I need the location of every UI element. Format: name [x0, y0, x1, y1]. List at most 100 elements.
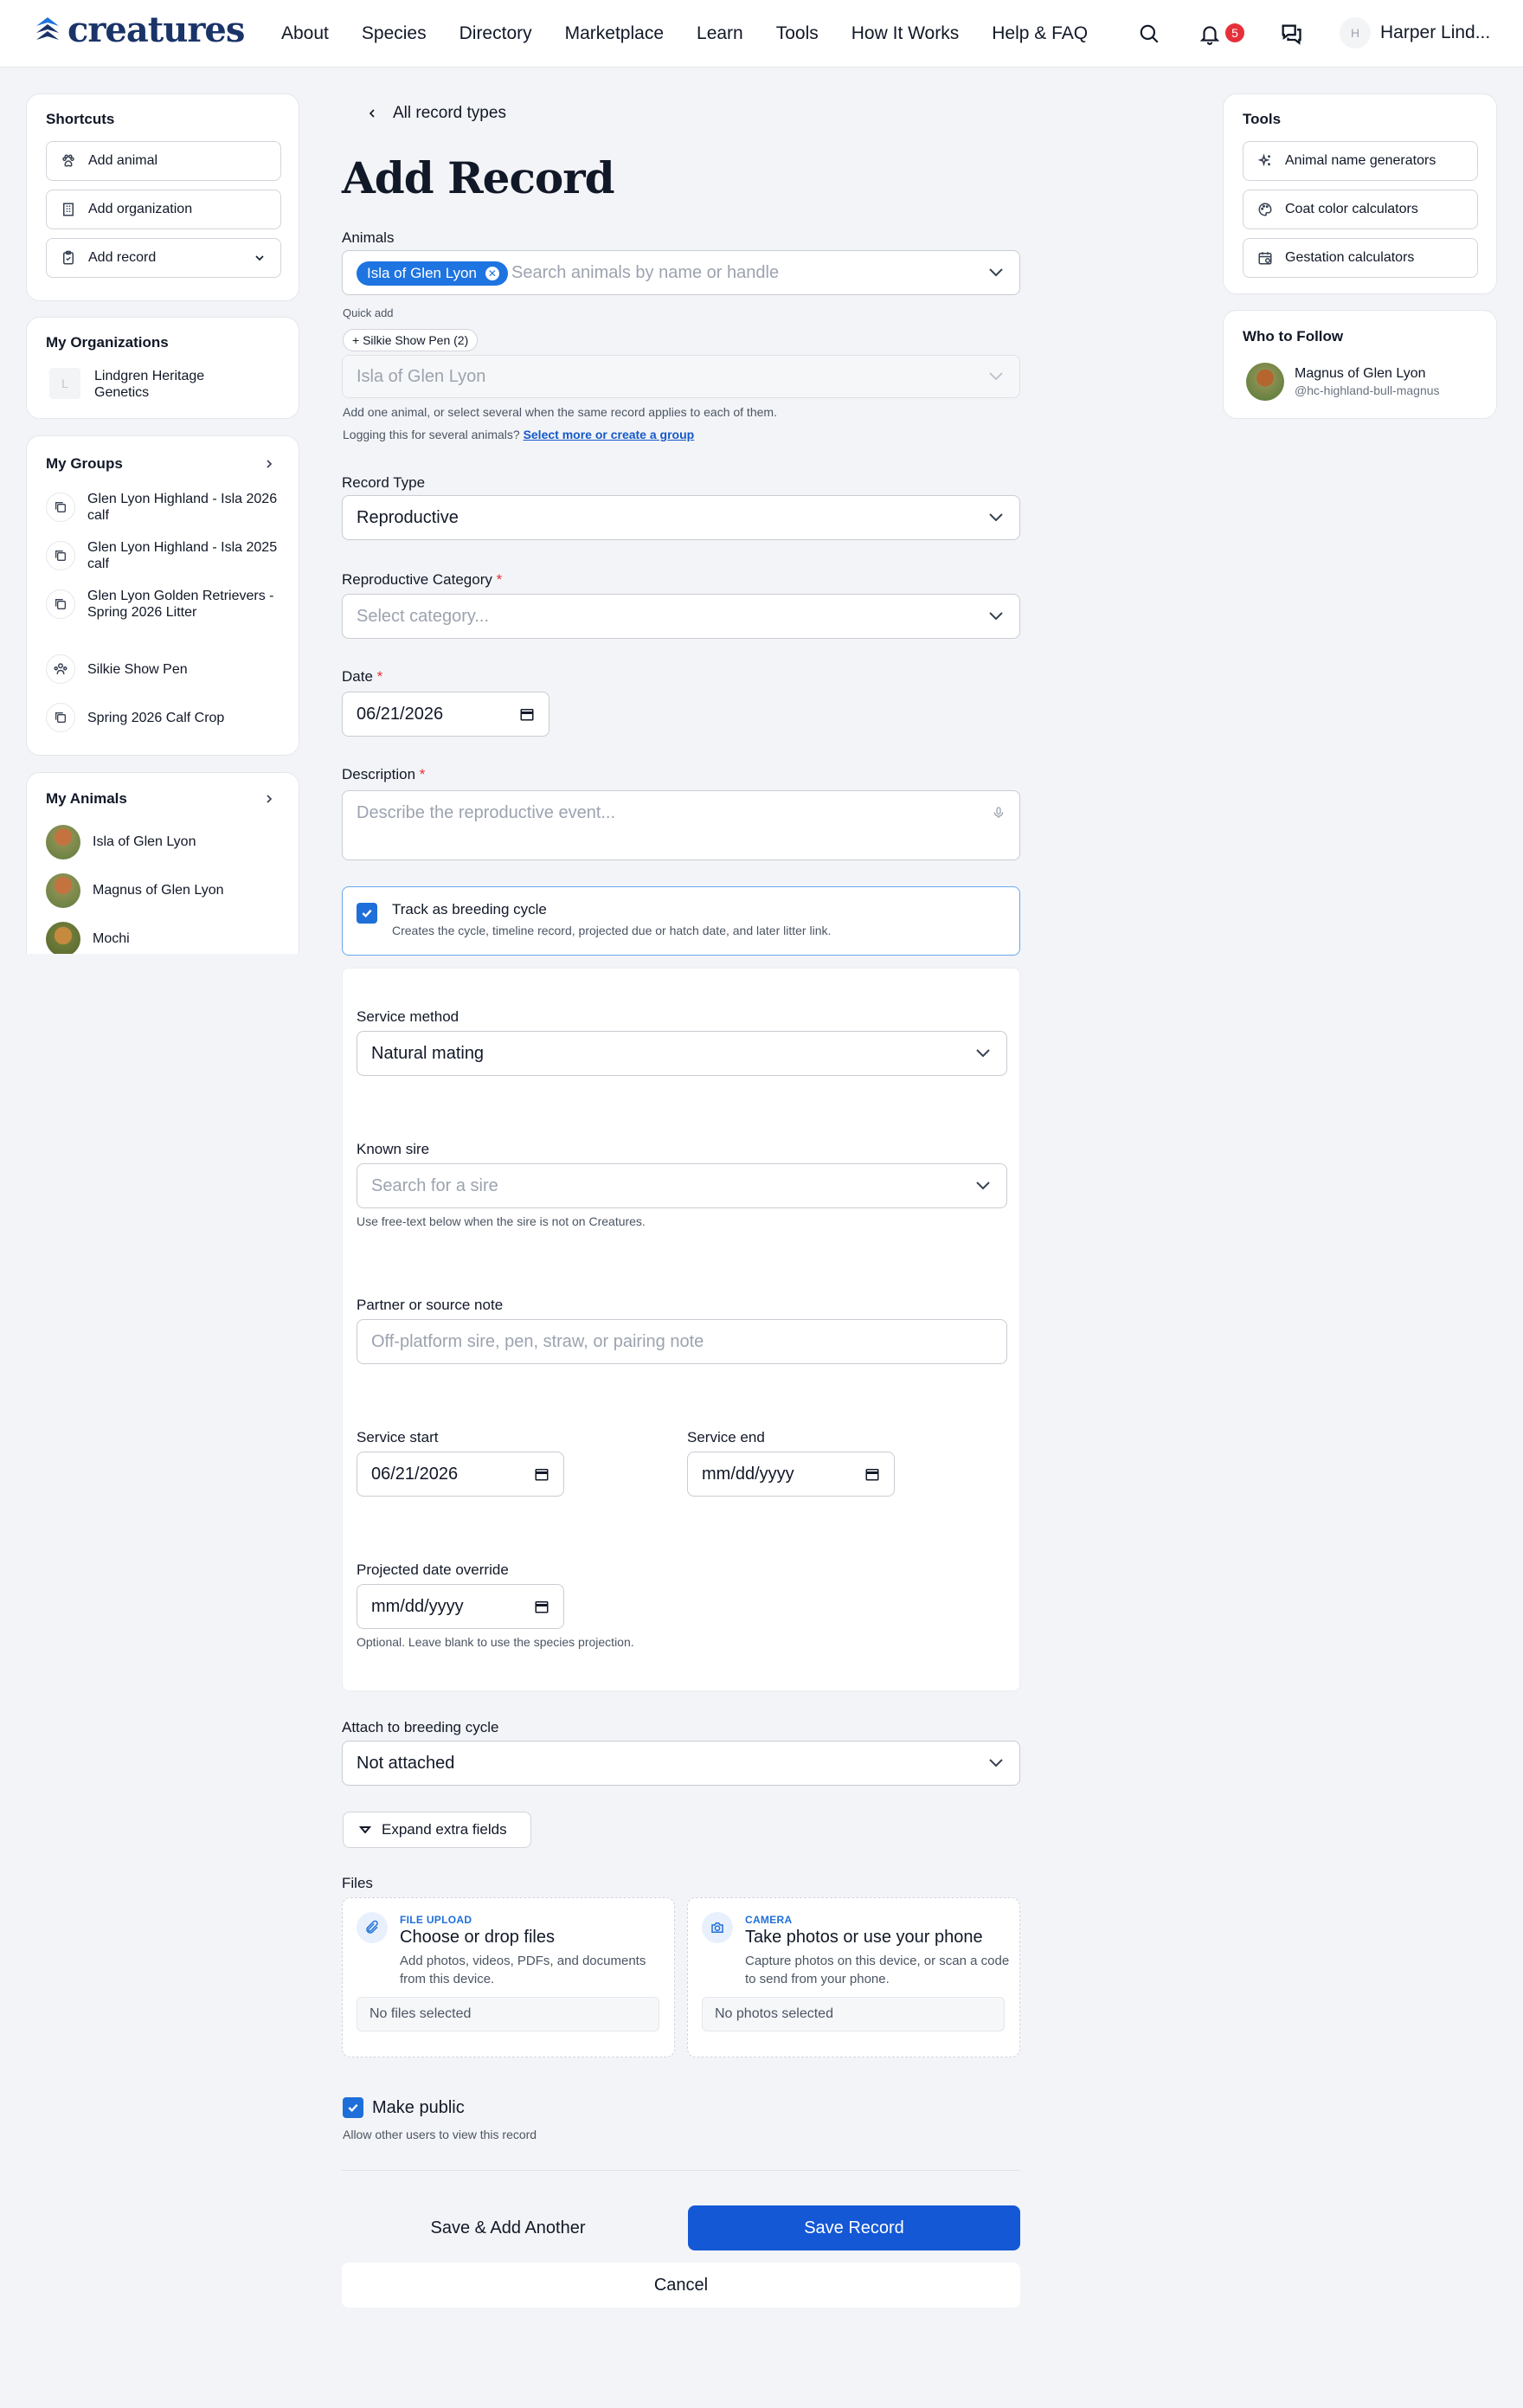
- nav-tools[interactable]: Tools: [776, 23, 819, 44]
- nav-about[interactable]: About: [281, 23, 329, 44]
- who-to-follow-card: Who to Follow Magnus of Glen Lyon @hc-hi…: [1223, 310, 1497, 419]
- group-label: Glen Lyon Highland - Isla 2026 calf: [87, 492, 278, 523]
- service-start-input[interactable]: 06/21/2026: [357, 1452, 564, 1497]
- search-icon[interactable]: [1134, 19, 1164, 48]
- messages-icon[interactable]: [1276, 19, 1306, 48]
- main-nav: About Species Directory Marketplace Lear…: [281, 0, 1121, 68]
- make-public-toggle[interactable]: Make public: [343, 2097, 465, 2118]
- organization-link[interactable]: Lindgren Heritage Genetics: [94, 368, 241, 401]
- select-group-link[interactable]: Select more or create a group: [524, 428, 695, 441]
- expand-extra-fields-button[interactable]: Expand extra fields: [343, 1812, 531, 1848]
- add-organization-button[interactable]: Add organization: [46, 190, 281, 229]
- upload-title: Choose or drop files: [400, 1928, 555, 1947]
- group-item[interactable]: Glen Lyon Highland - Isla 2026 calf: [46, 491, 288, 524]
- calendar-icon[interactable]: [534, 1599, 549, 1614]
- user-menu[interactable]: Harper Lind...: [1380, 23, 1490, 43]
- animal-item[interactable]: Mochi: [46, 922, 130, 954]
- service-method-select[interactable]: Natural mating: [357, 1031, 1007, 1076]
- add-record-button[interactable]: Add record: [46, 238, 281, 278]
- group-item[interactable]: Silkie Show Pen: [46, 654, 288, 684]
- microphone-icon[interactable]: [992, 805, 1006, 821]
- calendar-icon[interactable]: [864, 1466, 880, 1482]
- add-animal-button[interactable]: Add animal: [46, 141, 281, 181]
- projected-date-label: Projected date override: [357, 1561, 509, 1578]
- make-public-checkbox[interactable]: [343, 2097, 363, 2118]
- breeding-checkbox[interactable]: [357, 903, 377, 924]
- camera-status: No photos selected: [702, 1997, 1005, 2031]
- gestation-button[interactable]: Gestation calculators: [1243, 238, 1478, 278]
- description-textarea[interactable]: Describe the reproductive event...: [342, 790, 1020, 860]
- partner-label: Partner or source note: [357, 1297, 504, 1313]
- animal-label: Isla of Glen Lyon: [93, 834, 196, 849]
- top-navigation-bar: creatures About Species Directory Market…: [0, 0, 1523, 68]
- chip-label: Isla of Glen Lyon: [367, 265, 477, 281]
- cancel-button[interactable]: Cancel: [342, 2263, 1020, 2308]
- save-record-button[interactable]: Save Record: [688, 2205, 1020, 2250]
- projected-date-input[interactable]: mm/dd/yyyy: [357, 1584, 564, 1629]
- date-input[interactable]: 06/21/2026: [342, 692, 549, 737]
- group-item[interactable]: Spring 2026 Calf Crop: [46, 703, 288, 732]
- file-upload-dropzone[interactable]: FILE UPLOAD Choose or drop files Add pho…: [342, 1897, 675, 2057]
- group-item[interactable]: Glen Lyon Highland - Isla 2025 calf: [46, 539, 288, 572]
- chevron-down-icon: [255, 255, 264, 261]
- nav-species[interactable]: Species: [362, 23, 427, 44]
- quick-add-label: Quick add: [343, 306, 394, 319]
- logo-icon: [36, 17, 59, 40]
- category-select[interactable]: Select category...: [342, 594, 1020, 639]
- known-sire-label: Known sire: [357, 1141, 430, 1157]
- coat-color-button[interactable]: Coat color calculators: [1243, 190, 1478, 229]
- chevron-right-icon[interactable]: [262, 457, 276, 471]
- group-label: Glen Lyon Golden Retrievers - Spring 202…: [87, 589, 274, 620]
- nav-how-it-works[interactable]: How It Works: [851, 23, 959, 44]
- record-type-select[interactable]: Reproductive: [342, 495, 1020, 540]
- quick-add-group-button[interactable]: + Silkie Show Pen (2): [343, 329, 479, 351]
- projected-date-help: Optional. Leave blank to use the species…: [357, 1635, 634, 1649]
- notification-badge: 5: [1225, 23, 1244, 42]
- description-placeholder: Describe the reproductive event...: [357, 803, 616, 822]
- chevron-down-icon: [976, 1049, 990, 1058]
- service-end-input[interactable]: mm/dd/yyyy: [687, 1452, 895, 1497]
- shortcuts-card: Shortcuts Add animal Add organization Ad…: [26, 93, 299, 301]
- who-to-follow-title: Who to Follow: [1243, 328, 1344, 344]
- shortcuts-title: Shortcuts: [46, 111, 115, 127]
- logo-text: creatures: [67, 10, 245, 50]
- user-avatar[interactable]: H: [1340, 17, 1371, 48]
- follow-handle: @hc-highland-bull-magnus: [1295, 383, 1440, 397]
- group-label: Glen Lyon Highland - Isla 2025 calf: [87, 540, 278, 571]
- nav-marketplace[interactable]: Marketplace: [565, 23, 664, 44]
- paperclip-icon: [357, 1912, 388, 1943]
- calendar-icon[interactable]: [534, 1466, 549, 1482]
- chevron-left-icon: [369, 109, 375, 118]
- animal-avatar: [46, 825, 80, 860]
- save-and-add-another-button[interactable]: Save & Add Another: [342, 2205, 674, 2250]
- back-link[interactable]: All record types: [365, 104, 506, 123]
- name-generator-button[interactable]: Animal name generators: [1243, 141, 1478, 181]
- calendar-icon: [1258, 252, 1272, 265]
- sparkles-icon: [1257, 153, 1270, 167]
- animal-item[interactable]: Magnus of Glen Lyon: [46, 873, 224, 908]
- animal-item[interactable]: Isla of Glen Lyon: [46, 825, 196, 860]
- partner-input[interactable]: Off-platform sire, pen, straw, or pairin…: [357, 1319, 1007, 1364]
- nav-learn[interactable]: Learn: [697, 23, 743, 44]
- breeding-details-panel: Service method Natural mating Known sire…: [342, 968, 1020, 1691]
- known-sire-select[interactable]: Search for a sire: [357, 1163, 1007, 1208]
- breeding-cycle-toggle[interactable]: Track as breeding cycle Creates the cycl…: [342, 886, 1020, 956]
- group-item[interactable]: Glen Lyon Golden Retrievers - Spring 202…: [46, 588, 288, 621]
- calendar-icon[interactable]: [519, 706, 535, 722]
- bell-icon[interactable]: [1195, 19, 1224, 48]
- attach-cycle-select[interactable]: Not attached: [342, 1741, 1020, 1786]
- logo[interactable]: creatures: [33, 10, 245, 50]
- back-link-label: All record types: [393, 104, 506, 122]
- attach-cycle-value: Not attached: [357, 1753, 455, 1773]
- camera-dropzone[interactable]: CAMERA Take photos or use your phone Cap…: [687, 1897, 1020, 2057]
- follow-suggestion[interactable]: Magnus of Glen Lyon @hc-highland-bull-ma…: [1246, 363, 1440, 401]
- group-label: Spring 2026 Calf Crop: [87, 710, 225, 725]
- chip-remove-icon[interactable]: ✕: [485, 267, 499, 280]
- make-public-help: Allow other users to view this record: [343, 2128, 537, 2141]
- projected-date-value: mm/dd/yyyy: [371, 1596, 464, 1616]
- animals-search-input[interactable]: Search animals by name or handle: [511, 263, 779, 283]
- nav-help-faq[interactable]: Help & FAQ: [992, 23, 1088, 44]
- nav-directory[interactable]: Directory: [459, 23, 532, 44]
- chevron-right-icon[interactable]: [262, 792, 276, 806]
- paw-icon: [62, 154, 74, 167]
